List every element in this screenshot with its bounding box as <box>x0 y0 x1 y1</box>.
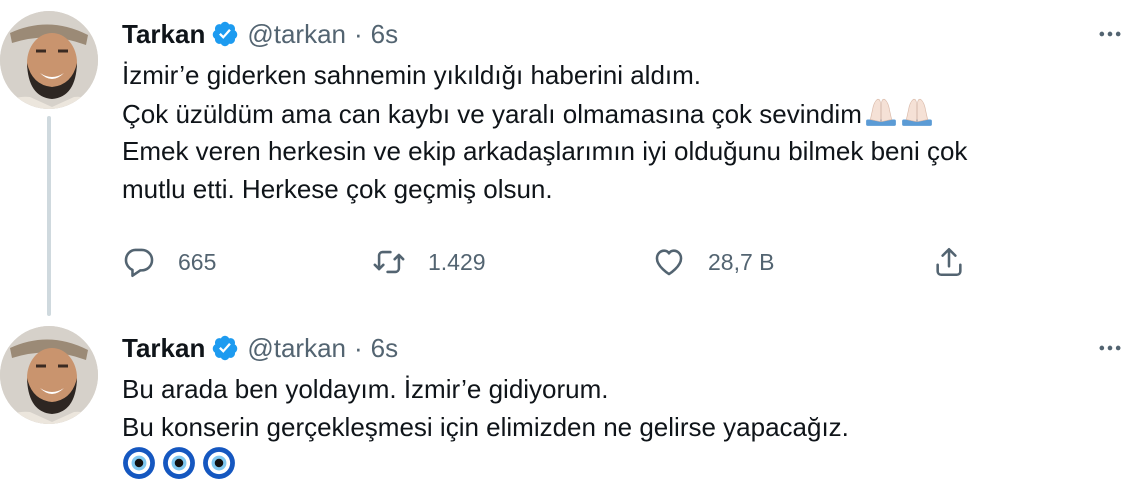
tweet-actions: 665 1.429 28,7 B <box>122 242 1122 282</box>
tweet-timestamp[interactable]: 6s <box>371 19 398 50</box>
more-icon <box>1096 334 1124 362</box>
nazar-emoji-group <box>122 446 236 480</box>
author-handle[interactable]: @tarkan <box>247 333 346 364</box>
tweet-header: Tarkan @tarkan · 6s <box>122 14 398 54</box>
author-name[interactable]: Tarkan <box>122 19 205 50</box>
tweet[interactable]: Tarkan @tarkan · 6s Bu arada ben yoldayı… <box>0 320 1146 504</box>
avatar[interactable] <box>0 326 98 424</box>
tweet-text-line: Çok üzüldüm ama can kaybı ve yaralı olma… <box>122 94 1122 132</box>
tweet-text-line: Emek veren herkesin ve ekip arkadaşlarım… <box>122 136 968 166</box>
like-count: 28,7 B <box>708 248 775 275</box>
folded-hands-icon <box>900 94 934 128</box>
nazar-amulet-icon <box>162 446 196 480</box>
author-name[interactable]: Tarkan <box>122 333 205 364</box>
share-button[interactable] <box>932 242 966 282</box>
tweet-text: İzmir’e giderken sahnemin yıkıldığı habe… <box>122 56 1122 208</box>
more-button[interactable] <box>1092 16 1128 52</box>
reply-icon <box>122 245 156 279</box>
separator-dot: · <box>354 18 363 49</box>
share-icon <box>932 245 966 279</box>
like-button[interactable]: 28,7 B <box>652 242 775 282</box>
folded-hands-emoji-group <box>864 94 934 128</box>
verified-badge-icon <box>211 334 239 362</box>
tweet-text: Bu arada ben yoldayım. İzmir’e gidiyorum… <box>122 370 1122 484</box>
tweet-text-line: Bu konserin gerçekleşmesi için elimizden… <box>122 412 849 442</box>
retweet-icon <box>372 245 406 279</box>
tweet-text-line: Bu arada ben yoldayım. İzmir’e gidiyorum… <box>122 374 609 404</box>
nazar-amulet-icon <box>122 446 156 480</box>
nazar-amulet-icon <box>202 446 236 480</box>
reply-button[interactable]: 665 <box>122 242 216 282</box>
tweet-header: Tarkan @tarkan · 6s <box>122 328 398 368</box>
tweet-text-line: İzmir’e giderken sahnemin yıkıldığı habe… <box>122 60 702 90</box>
more-icon <box>1096 20 1124 48</box>
tweet[interactable]: Tarkan @tarkan · 6s İzmir’e giderken sah… <box>0 0 1146 320</box>
retweet-button[interactable]: 1.429 <box>372 242 486 282</box>
retweet-count: 1.429 <box>428 248 486 275</box>
verified-badge-icon <box>211 20 239 48</box>
tweet-timestamp[interactable]: 6s <box>371 333 398 364</box>
separator-dot: · <box>354 332 363 363</box>
heart-icon <box>652 245 686 279</box>
tweet-emoji-line <box>122 446 1122 484</box>
reply-count: 665 <box>178 248 217 275</box>
thread-line <box>47 116 51 316</box>
more-button[interactable] <box>1092 330 1128 366</box>
avatar[interactable] <box>0 11 98 109</box>
author-handle[interactable]: @tarkan <box>247 19 346 50</box>
tweet-text-line: mutlu etti. Herkese çok geçmiş olsun. <box>122 174 553 204</box>
folded-hands-icon <box>864 94 898 128</box>
